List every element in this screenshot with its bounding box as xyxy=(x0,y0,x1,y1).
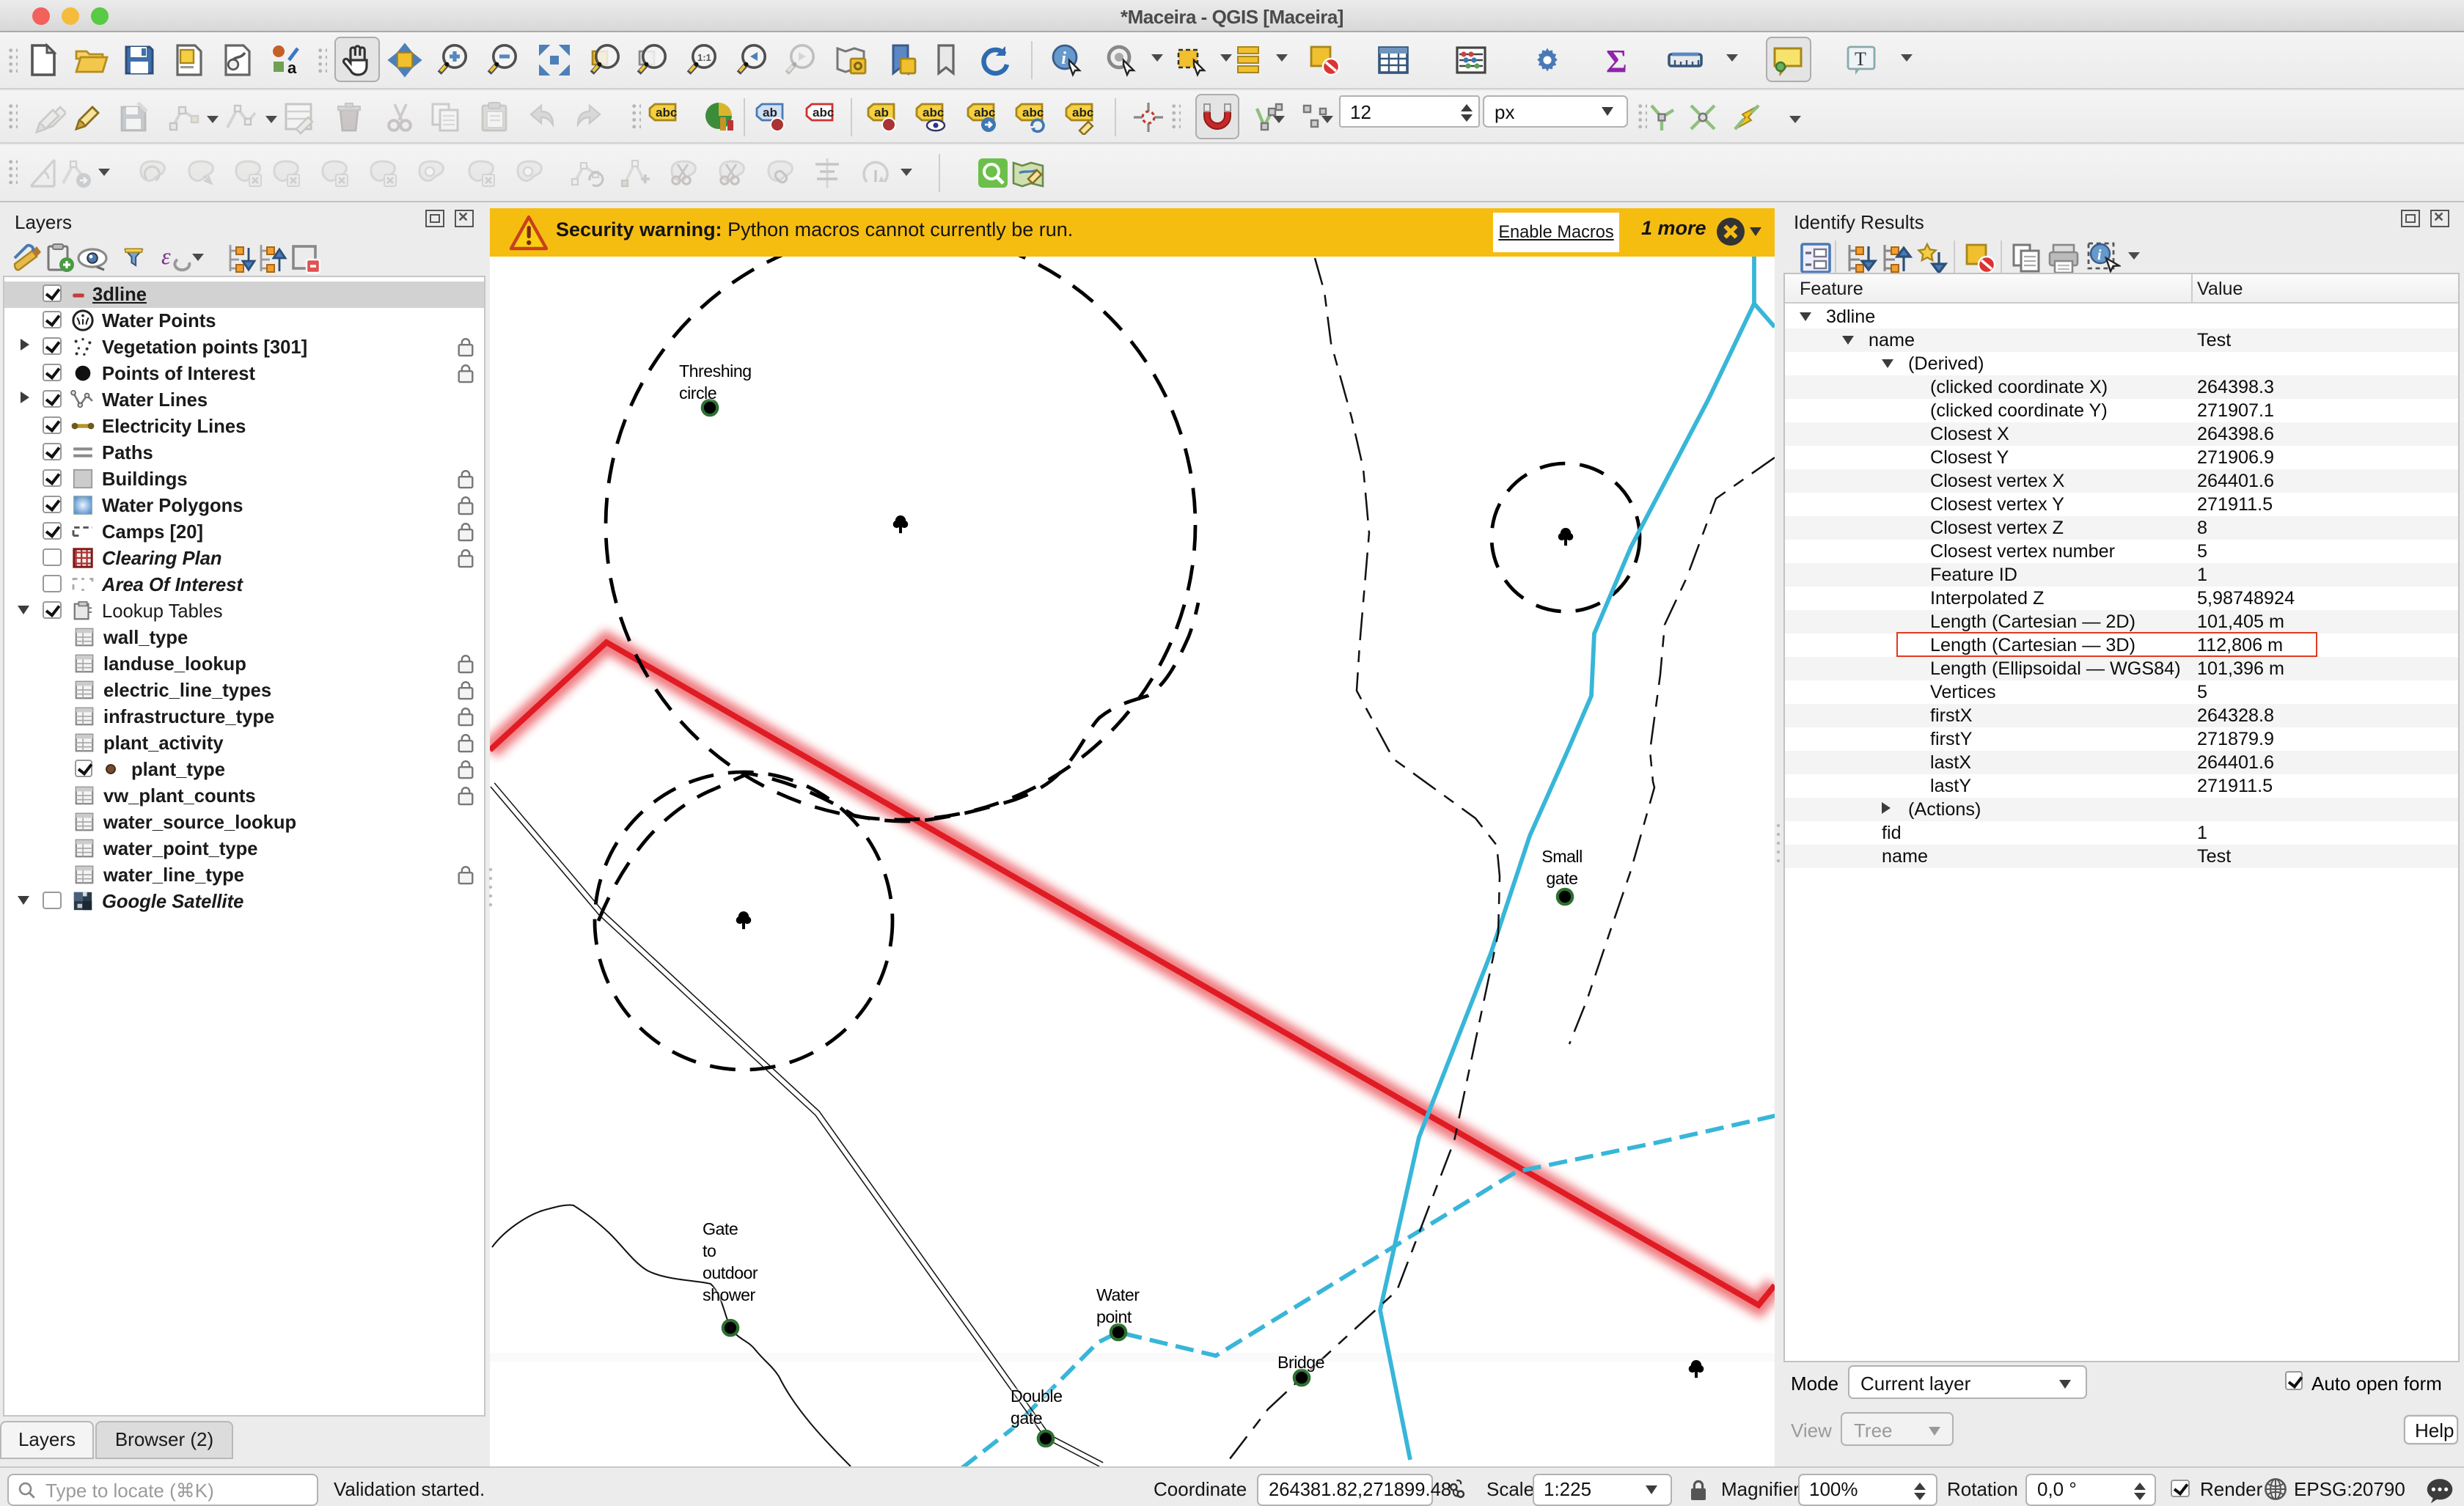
svg-text:abc: abc xyxy=(656,105,677,119)
svg-text:i: i xyxy=(1060,48,1066,67)
svg-text:ab: ab xyxy=(762,105,777,119)
svg-text:ε: ε xyxy=(161,242,171,268)
svg-text:1:1: 1:1 xyxy=(697,51,711,62)
svg-text:abc: abc xyxy=(1072,105,1093,119)
svg-text:ab: ab xyxy=(873,105,888,119)
svg-text:a: a xyxy=(287,58,297,76)
svg-text:Σ: Σ xyxy=(1605,43,1627,77)
svg-text:abc: abc xyxy=(973,105,994,119)
svg-text:abc: abc xyxy=(1022,105,1044,119)
svg-text:abc: abc xyxy=(812,105,833,119)
svg-text:i: i xyxy=(2097,246,2102,262)
svg-text:abc: abc xyxy=(923,105,944,119)
svg-text:T: T xyxy=(1855,48,1866,69)
